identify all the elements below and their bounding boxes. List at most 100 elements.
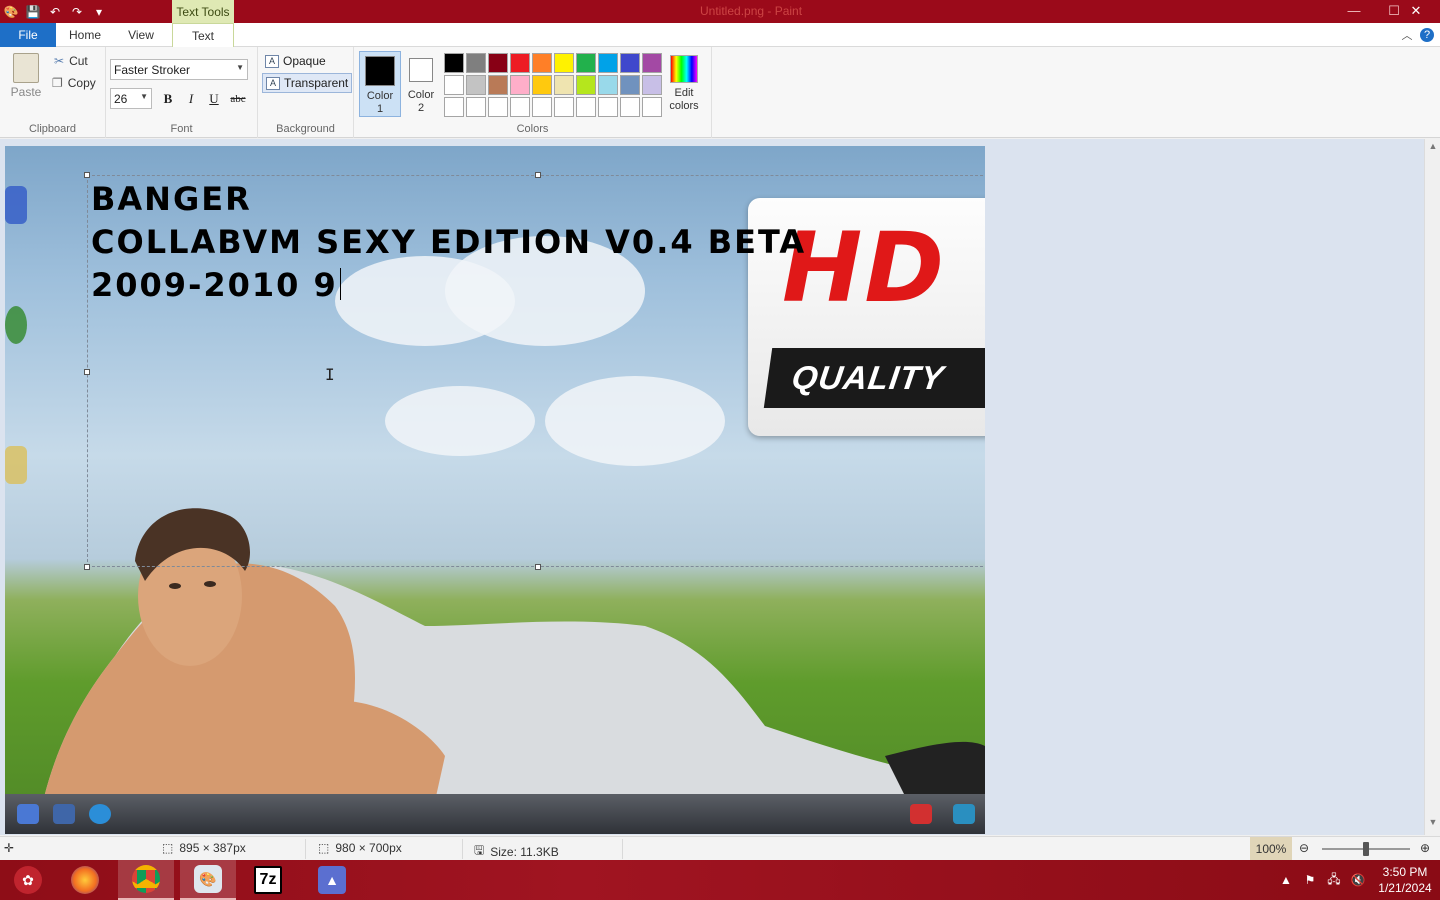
palette-swatch[interactable] xyxy=(576,75,596,95)
strikethrough-button[interactable]: abc xyxy=(228,89,248,109)
transparent-option[interactable]: A Transparent xyxy=(262,73,353,93)
undo-icon[interactable]: ↶ xyxy=(46,3,64,21)
palette-swatch[interactable] xyxy=(620,75,640,95)
tab-home[interactable]: Home xyxy=(60,23,110,47)
help-icon[interactable]: ? xyxy=(1420,28,1434,42)
zoom-slider-thumb[interactable] xyxy=(1363,842,1369,856)
color2-button[interactable]: Color 2 xyxy=(402,51,440,117)
taskbar-7zip[interactable]: 7z xyxy=(240,860,296,900)
palette-swatch[interactable] xyxy=(598,97,618,117)
clipboard-group: Paste ✂ Cut ❐ Copy Clipboard xyxy=(0,47,106,138)
palette-swatch[interactable] xyxy=(598,75,618,95)
canvas-size-value: 980 × 700px xyxy=(335,841,402,855)
font-size-select[interactable]: 26 ▼ xyxy=(110,88,152,109)
color1-button[interactable]: Color 1 xyxy=(359,51,401,117)
paint-app-icon[interactable]: 🎨 xyxy=(2,3,20,21)
text-content[interactable]: BANGER COLLABVM SEXY EDITION V0.4 BETA 2… xyxy=(91,178,806,307)
palette-swatch[interactable] xyxy=(510,75,530,95)
palette-swatch[interactable] xyxy=(466,53,486,73)
palette-swatch[interactable] xyxy=(532,97,552,117)
status-bar: ✛ ⬚ 895 × 387px ⬚ 980 × 700px 🖫 Size: 11… xyxy=(0,836,1440,861)
taskbar-chrome[interactable] xyxy=(118,860,174,900)
text-selection-box[interactable]: BANGER COLLABVM SEXY EDITION V0.4 BETA 2… xyxy=(84,172,985,570)
tab-file[interactable]: File xyxy=(0,23,56,47)
scroll-up-icon[interactable]: ▲ xyxy=(1425,141,1440,157)
color1-number: 1 xyxy=(376,103,384,115)
minimize-button[interactable]: — xyxy=(1334,0,1374,21)
opaque-label: Opaque xyxy=(283,54,326,68)
tab-view[interactable]: View xyxy=(116,23,166,47)
copy-button[interactable]: ❐ Copy xyxy=(52,76,96,90)
opaque-option[interactable]: A Opaque xyxy=(262,51,329,71)
edit-colors-label: Edit xyxy=(674,87,694,99)
palette-swatch[interactable] xyxy=(532,75,552,95)
underline-button[interactable]: U xyxy=(204,89,224,109)
palette-swatch[interactable] xyxy=(642,97,662,117)
save-icon[interactable]: 💾 xyxy=(24,3,42,21)
customize-quick-access-icon[interactable]: ▾ xyxy=(90,3,108,21)
taskbar-thumb-icon xyxy=(89,804,111,824)
bold-button[interactable]: B xyxy=(158,89,178,109)
clock[interactable]: 3:50 PM 1/21/2024 xyxy=(1370,864,1440,896)
palette-swatch[interactable] xyxy=(642,53,662,73)
paste-button[interactable]: Paste xyxy=(6,53,46,99)
flag-icon[interactable]: ⚑ xyxy=(1298,873,1322,887)
palette-swatch[interactable] xyxy=(444,75,464,95)
edit-colors-button[interactable]: Edit colors xyxy=(664,51,704,117)
7zip-icon: 7z xyxy=(254,866,282,894)
palette-swatch[interactable] xyxy=(510,97,530,117)
palette-swatch[interactable] xyxy=(466,75,486,95)
text-line: COLLABVM SEXY EDITION V0.4 BETA xyxy=(91,223,807,261)
text-line: BANGER xyxy=(91,180,252,218)
minimize-ribbon-icon[interactable]: ︿ xyxy=(1399,27,1415,43)
palette-swatch[interactable] xyxy=(576,53,596,73)
palette-swatch[interactable] xyxy=(554,75,574,95)
palette-swatch[interactable] xyxy=(620,97,640,117)
zoom-out-icon[interactable]: ⊖ xyxy=(1299,841,1309,855)
taskbar-paint[interactable]: 🎨 xyxy=(180,860,236,900)
taskbar-thumb-icon xyxy=(17,804,39,824)
font-family-select[interactable]: Faster Stroker ▼ xyxy=(110,59,248,80)
canvas-size: ⬚ 980 × 700px xyxy=(318,841,402,855)
redo-icon[interactable]: ↷ xyxy=(68,3,86,21)
taskbar-firefox[interactable] xyxy=(57,860,113,900)
selection-size-value: 895 × 387px xyxy=(179,841,246,855)
volume-muted-icon[interactable]: 🔇 xyxy=(1346,873,1370,887)
palette-swatch[interactable] xyxy=(488,53,508,73)
vertical-scrollbar[interactable]: ▲ ▼ xyxy=(1424,139,1440,835)
palette-swatch[interactable] xyxy=(598,53,618,73)
palette-swatch[interactable] xyxy=(576,97,596,117)
selection-size: ⬚ 895 × 387px xyxy=(162,841,246,855)
palette-swatch[interactable] xyxy=(466,97,486,117)
scroll-down-icon[interactable]: ▼ xyxy=(1425,817,1440,833)
resize-handle[interactable] xyxy=(84,564,90,570)
palette-swatch[interactable] xyxy=(554,53,574,73)
network-icon[interactable]: 🖧 xyxy=(1322,870,1346,891)
ibeam-cursor-icon: I xyxy=(325,365,335,384)
zoom-in-icon[interactable]: ⊕ xyxy=(1420,841,1430,855)
taskbar-thumb-icon xyxy=(910,804,932,824)
tab-text[interactable]: Text xyxy=(172,23,234,48)
cut-button[interactable]: ✂ Cut xyxy=(54,54,88,68)
palette-swatch[interactable] xyxy=(444,97,464,117)
palette-swatch[interactable] xyxy=(532,53,552,73)
palette-swatch[interactable] xyxy=(554,97,574,117)
palette-swatch[interactable] xyxy=(642,75,662,95)
palette-swatch[interactable] xyxy=(620,53,640,73)
palette-swatch[interactable] xyxy=(444,53,464,73)
resize-handle[interactable] xyxy=(84,172,90,178)
palette-swatch[interactable] xyxy=(488,75,508,95)
palette-swatch[interactable] xyxy=(510,53,530,73)
chrome-icon xyxy=(132,865,160,893)
window-title: Untitled.png - Paint xyxy=(700,4,803,18)
resize-handle[interactable] xyxy=(84,369,90,375)
start-button[interactable]: ✿ xyxy=(0,860,56,900)
resize-handle[interactable] xyxy=(535,564,541,570)
show-hidden-icons-icon[interactable]: ▲ xyxy=(1274,873,1298,887)
italic-button[interactable]: I xyxy=(181,89,201,109)
palette-swatch[interactable] xyxy=(488,97,508,117)
ribbon: Paste ✂ Cut ❐ Copy Clipboard Faster Stro… xyxy=(0,47,1440,138)
close-button[interactable]: ✕ xyxy=(1396,0,1436,21)
canvas-image[interactable]: HD QUALITY BANGER COLLABVM SEXY EDITION … xyxy=(5,146,985,834)
taskbar-app[interactable]: ▲ xyxy=(304,860,360,900)
